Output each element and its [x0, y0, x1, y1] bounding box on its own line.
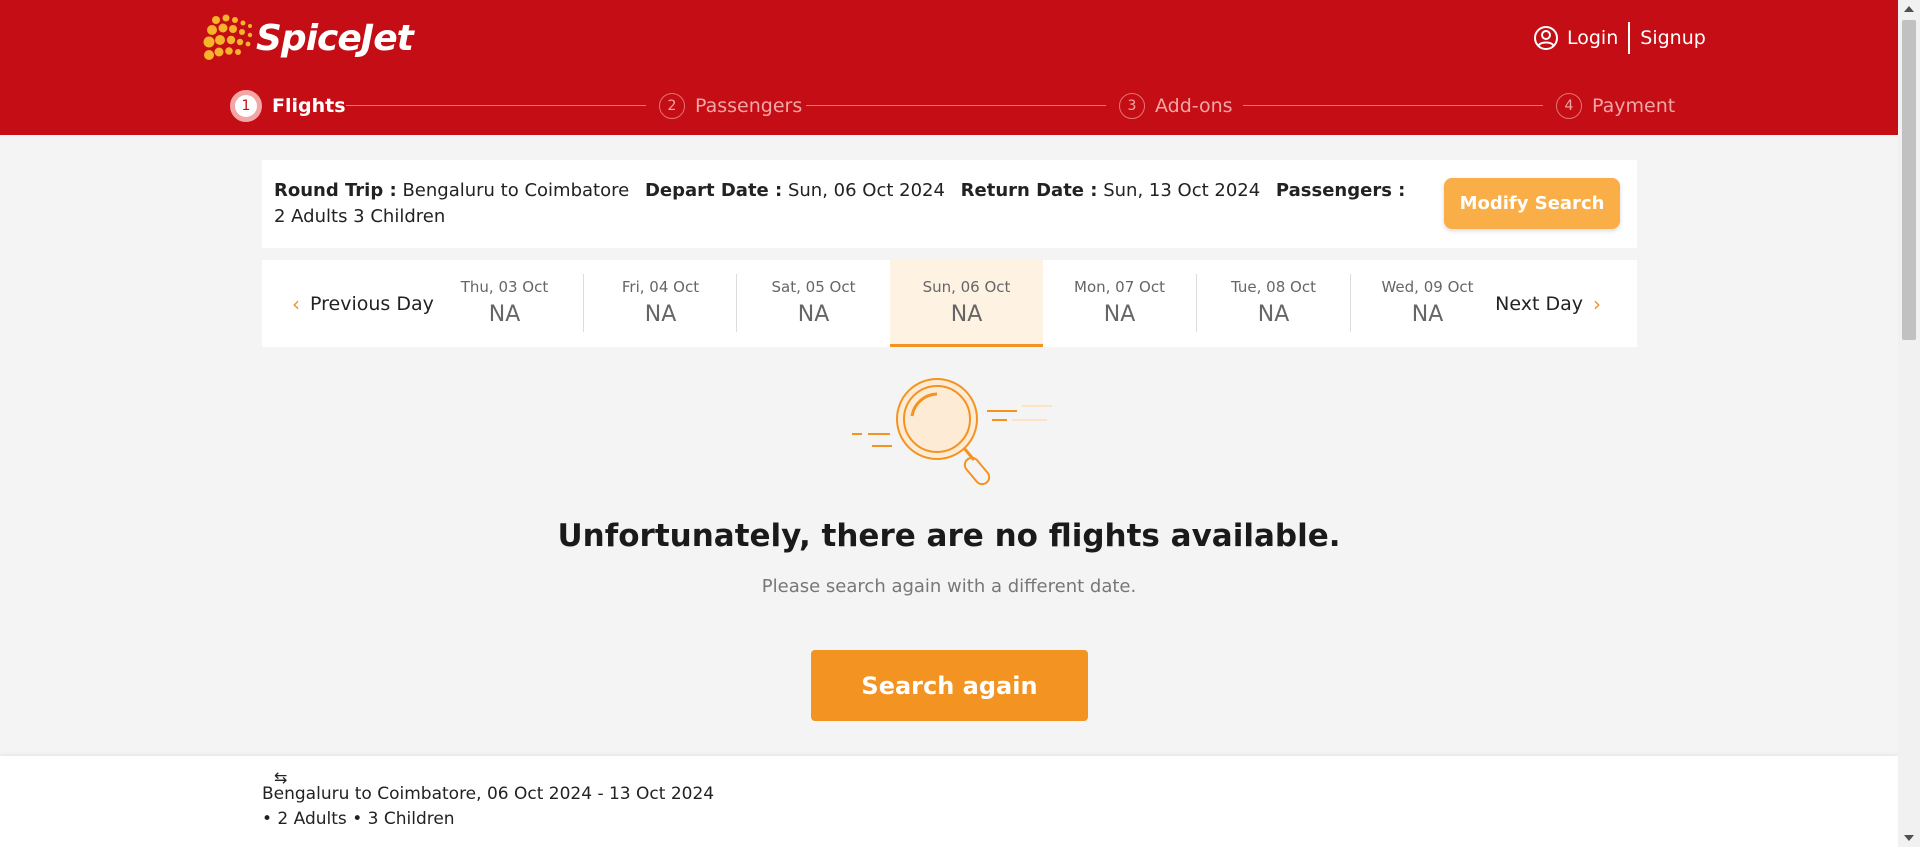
date-fare: NA	[644, 302, 677, 327]
scroll-down-arrow-icon[interactable]	[1904, 835, 1914, 841]
depart-label: Depart Date :	[644, 180, 783, 201]
step-connector	[346, 105, 646, 106]
step-label: Add-ons	[1155, 95, 1233, 117]
date-label: Tue, 08 Oct	[1231, 278, 1316, 296]
step-label: Flights	[272, 95, 346, 117]
date-label: Sat, 05 Oct	[771, 278, 856, 296]
booking-stepper: 1 Flights 2 Passengers 3 Add-ons 4 Payme…	[230, 90, 1675, 122]
logo-dots-icon	[203, 14, 253, 60]
trip-value: Bengaluru to Coimbatore	[402, 180, 630, 201]
date-fare: NA	[797, 302, 830, 327]
bottom-trip-bar: ⇆ Bengaluru to Coimbatore, 06 Oct 2024 -…	[0, 756, 1898, 847]
search-summary: Round Trip : Bengaluru to Coimbatore Dep…	[262, 160, 1637, 248]
no-flights-subtitle: Please search again with a different dat…	[761, 576, 1137, 597]
login-link[interactable]: Login	[1567, 27, 1618, 49]
bottom-passengers-text: • 2 Adults • 3 Children	[262, 809, 455, 829]
date-fare: NA	[1411, 302, 1444, 327]
modify-search-button[interactable]: Modify Search	[1444, 178, 1620, 229]
summary-text: Round Trip : Bengaluru to Coimbatore Dep…	[274, 178, 1414, 230]
spicejet-logo[interactable]: SpiceJet	[202, 12, 414, 64]
date-fare: NA	[1103, 302, 1136, 327]
step-add-ons[interactable]: 3 Add-ons	[1119, 90, 1233, 122]
logo-wordmark: SpiceJet	[256, 17, 414, 59]
date-label: Fri, 04 Oct	[621, 278, 700, 296]
chevron-left-icon: ‹	[292, 291, 300, 316]
auth-divider	[1628, 22, 1631, 54]
bottom-route-text: Bengaluru to Coimbatore, 06 Oct 2024 - 1…	[262, 784, 715, 804]
next-day-button[interactable]: Next Day ›	[1495, 260, 1611, 347]
date-tab[interactable]: Wed, 09 Oct NA	[1351, 260, 1504, 347]
step-label: Payment	[1592, 95, 1676, 117]
scroll-thumb[interactable]	[1902, 20, 1916, 340]
step-connector	[806, 105, 1106, 106]
step-number: 2	[659, 93, 685, 119]
step-connector	[1243, 105, 1543, 106]
step-flights[interactable]: 1 Flights	[230, 90, 346, 122]
date-fare: NA	[488, 302, 521, 327]
step-passengers[interactable]: 2 Passengers	[659, 90, 802, 122]
date-label: Thu, 03 Oct	[460, 278, 549, 296]
date-tab[interactable]: Mon, 07 Oct NA	[1043, 260, 1196, 347]
date-tab[interactable]: Fri, 04 Oct NA	[584, 260, 737, 347]
trip-label: Round Trip :	[274, 180, 397, 201]
step-label: Passengers	[695, 95, 803, 117]
previous-day-label: Previous Day	[310, 292, 434, 315]
date-tab-selected[interactable]: Sun, 06 Oct NA	[890, 260, 1043, 347]
date-tab[interactable]: Tue, 08 Oct NA	[1197, 260, 1350, 347]
auth-links: Login Signup	[1533, 22, 1706, 54]
date-label: Mon, 07 Oct	[1074, 278, 1165, 296]
passengers-value: 2 Adults 3 Children	[274, 206, 446, 227]
depart-value: Sun, 06 Oct 2024	[787, 180, 945, 201]
date-label: Wed, 09 Oct	[1381, 278, 1474, 296]
magnifier-icon	[852, 378, 1052, 486]
site-header: SpiceJet Login Signup 1 Flights 2 Passen…	[0, 0, 1898, 135]
step-number: 4	[1556, 93, 1582, 119]
date-tab[interactable]: Thu, 03 Oct NA	[428, 260, 581, 347]
date-fare: NA	[950, 302, 983, 327]
date-fare: NA	[1257, 302, 1290, 327]
scroll-up-arrow-icon[interactable]	[1904, 6, 1914, 12]
step-payment[interactable]: 4 Payment	[1556, 90, 1675, 122]
return-value: Sun, 13 Oct 2024	[1103, 180, 1261, 201]
signup-link[interactable]: Signup	[1640, 27, 1706, 49]
passengers-label: Passengers :	[1275, 180, 1406, 201]
date-label: Sun, 06 Oct	[922, 278, 1011, 296]
step-number: 1	[230, 90, 262, 122]
date-strip: ‹ Previous Day Thu, 03 Oct NA Fri, 04 Oc…	[262, 260, 1637, 347]
search-again-button[interactable]: Search again	[811, 650, 1088, 721]
return-label: Return Date :	[960, 180, 1098, 201]
previous-day-button[interactable]: ‹ Previous Day	[282, 260, 434, 347]
no-flights-title: Unfortunately, there are no flights avai…	[557, 518, 1341, 554]
page-scrollbar[interactable]	[1898, 0, 1920, 847]
date-tab[interactable]: Sat, 05 Oct NA	[737, 260, 890, 347]
next-day-label: Next Day	[1495, 292, 1583, 315]
user-icon[interactable]	[1533, 25, 1559, 51]
chevron-right-icon: ›	[1593, 291, 1601, 316]
step-number: 3	[1119, 93, 1145, 119]
